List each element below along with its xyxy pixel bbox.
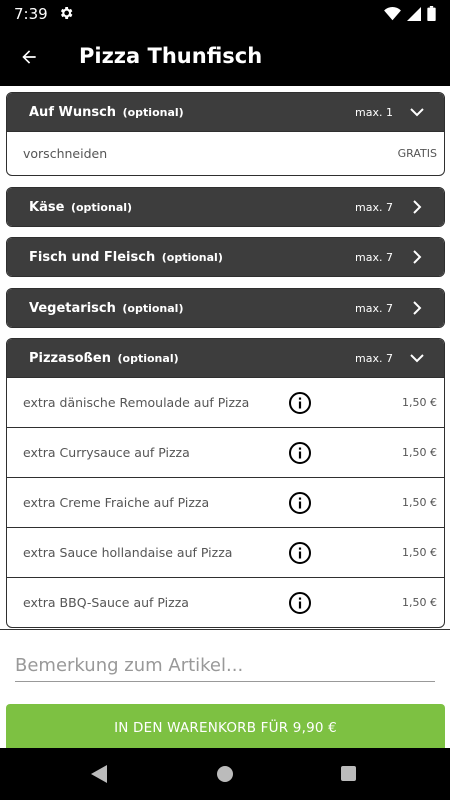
option-row[interactable]: extra Creme Fraiche auf Pizza 1,50 € bbox=[7, 477, 444, 527]
option-group-kaese: Käse (optional) max. 7 bbox=[6, 187, 445, 227]
back-button[interactable] bbox=[14, 42, 44, 72]
app-bar: Pizza Thunfisch bbox=[0, 27, 450, 86]
group-max-label: max. 7 bbox=[355, 302, 393, 315]
group-max-label: max. 7 bbox=[355, 352, 393, 365]
option-label: vorschneiden bbox=[23, 146, 108, 161]
chevron-down-icon bbox=[410, 354, 424, 363]
option-label: extra dänische Remoulade auf Pizza bbox=[23, 395, 250, 410]
settings-gear-icon bbox=[60, 7, 73, 19]
group-header[interactable]: Pizzasoßen (optional) max. 7 bbox=[7, 339, 444, 377]
info-icon[interactable] bbox=[288, 491, 312, 515]
info-icon[interactable] bbox=[288, 591, 312, 615]
option-row[interactable]: extra Currysauce auf Pizza 1,50 € bbox=[7, 427, 444, 477]
chevron-right-icon bbox=[413, 200, 422, 214]
group-title: Pizzasoßen bbox=[29, 351, 111, 366]
option-price: 1,50 € bbox=[402, 446, 437, 459]
status-bar: 7:39 bbox=[0, 0, 450, 27]
group-title: Auf Wunsch bbox=[29, 105, 117, 120]
chevron-right-icon bbox=[413, 301, 422, 315]
add-to-cart-button[interactable]: IN DEN WARENKORB FÜR 9,90 € bbox=[6, 704, 445, 748]
option-label: extra BBQ-Sauce auf Pizza bbox=[23, 595, 189, 610]
divider bbox=[0, 629, 450, 630]
arrow-back-icon bbox=[22, 50, 36, 64]
group-optional-label: (optional) bbox=[122, 106, 184, 119]
status-time: 7:39 bbox=[14, 5, 48, 23]
option-group-auf-wunsch: Auf Wunsch (optional) max. 1 vorschneide… bbox=[6, 92, 445, 176]
option-price: 1,50 € bbox=[402, 396, 437, 409]
option-price: 1,50 € bbox=[402, 546, 437, 559]
options-list: Auf Wunsch (optional) max. 1 vorschneide… bbox=[0, 86, 450, 748]
group-optional-label: (optional) bbox=[70, 201, 133, 214]
group-header[interactable]: Vegetarisch (optional) max. 7 bbox=[7, 289, 444, 327]
group-title: Käse bbox=[29, 200, 65, 215]
battery-icon bbox=[427, 6, 436, 21]
group-optional-label: (optional) bbox=[161, 251, 223, 264]
nav-back-icon[interactable] bbox=[91, 765, 107, 783]
chevron-right-icon bbox=[413, 250, 422, 264]
chevron-down-icon bbox=[410, 108, 424, 117]
group-optional-label: (optional) bbox=[117, 352, 179, 365]
option-row[interactable]: extra BBQ-Sauce auf Pizza 1,50 € bbox=[7, 577, 444, 627]
option-group-pizzasossen: Pizzasoßen (optional) max. 7 extra dänis… bbox=[6, 338, 445, 628]
option-price: GRATIS bbox=[397, 147, 437, 160]
group-header[interactable]: Auf Wunsch (optional) max. 1 bbox=[7, 93, 444, 131]
option-row[interactable]: extra dänische Remoulade auf Pizza 1,50 … bbox=[7, 377, 444, 427]
page-title: Pizza Thunfisch bbox=[79, 44, 263, 68]
remark-input[interactable] bbox=[15, 650, 435, 682]
option-label: extra Currysauce auf Pizza bbox=[23, 445, 190, 460]
group-header[interactable]: Fisch und Fleisch (optional) max. 7 bbox=[7, 238, 444, 276]
option-row[interactable]: vorschneiden GRATIS bbox=[7, 131, 444, 175]
option-row[interactable]: extra Sauce hollandaise auf Pizza 1,50 € bbox=[7, 527, 444, 577]
system-nav-bar bbox=[0, 748, 450, 800]
group-title: Vegetarisch bbox=[29, 301, 116, 316]
group-max-label: max. 7 bbox=[355, 251, 393, 264]
group-header[interactable]: Käse (optional) max. 7 bbox=[7, 188, 444, 226]
wifi-icon bbox=[384, 6, 401, 20]
cellular-signal-icon bbox=[407, 6, 421, 21]
group-optional-label: (optional) bbox=[122, 302, 184, 315]
option-price: 1,50 € bbox=[402, 496, 437, 509]
info-icon[interactable] bbox=[288, 441, 312, 465]
option-label: extra Sauce hollandaise auf Pizza bbox=[23, 545, 233, 560]
option-group-fisch-und-fleisch: Fisch und Fleisch (optional) max. 7 bbox=[6, 237, 445, 277]
nav-home-icon[interactable] bbox=[217, 766, 233, 782]
group-title: Fisch und Fleisch bbox=[29, 250, 156, 265]
option-price: 1,50 € bbox=[402, 596, 437, 609]
info-icon[interactable] bbox=[288, 541, 312, 565]
group-max-label: max. 7 bbox=[355, 201, 393, 214]
option-group-vegetarisch: Vegetarisch (optional) max. 7 bbox=[6, 288, 445, 328]
info-icon[interactable] bbox=[288, 391, 312, 415]
group-max-label: max. 1 bbox=[355, 106, 393, 119]
option-label: extra Creme Fraiche auf Pizza bbox=[23, 495, 210, 510]
nav-recents-icon[interactable] bbox=[341, 766, 356, 781]
